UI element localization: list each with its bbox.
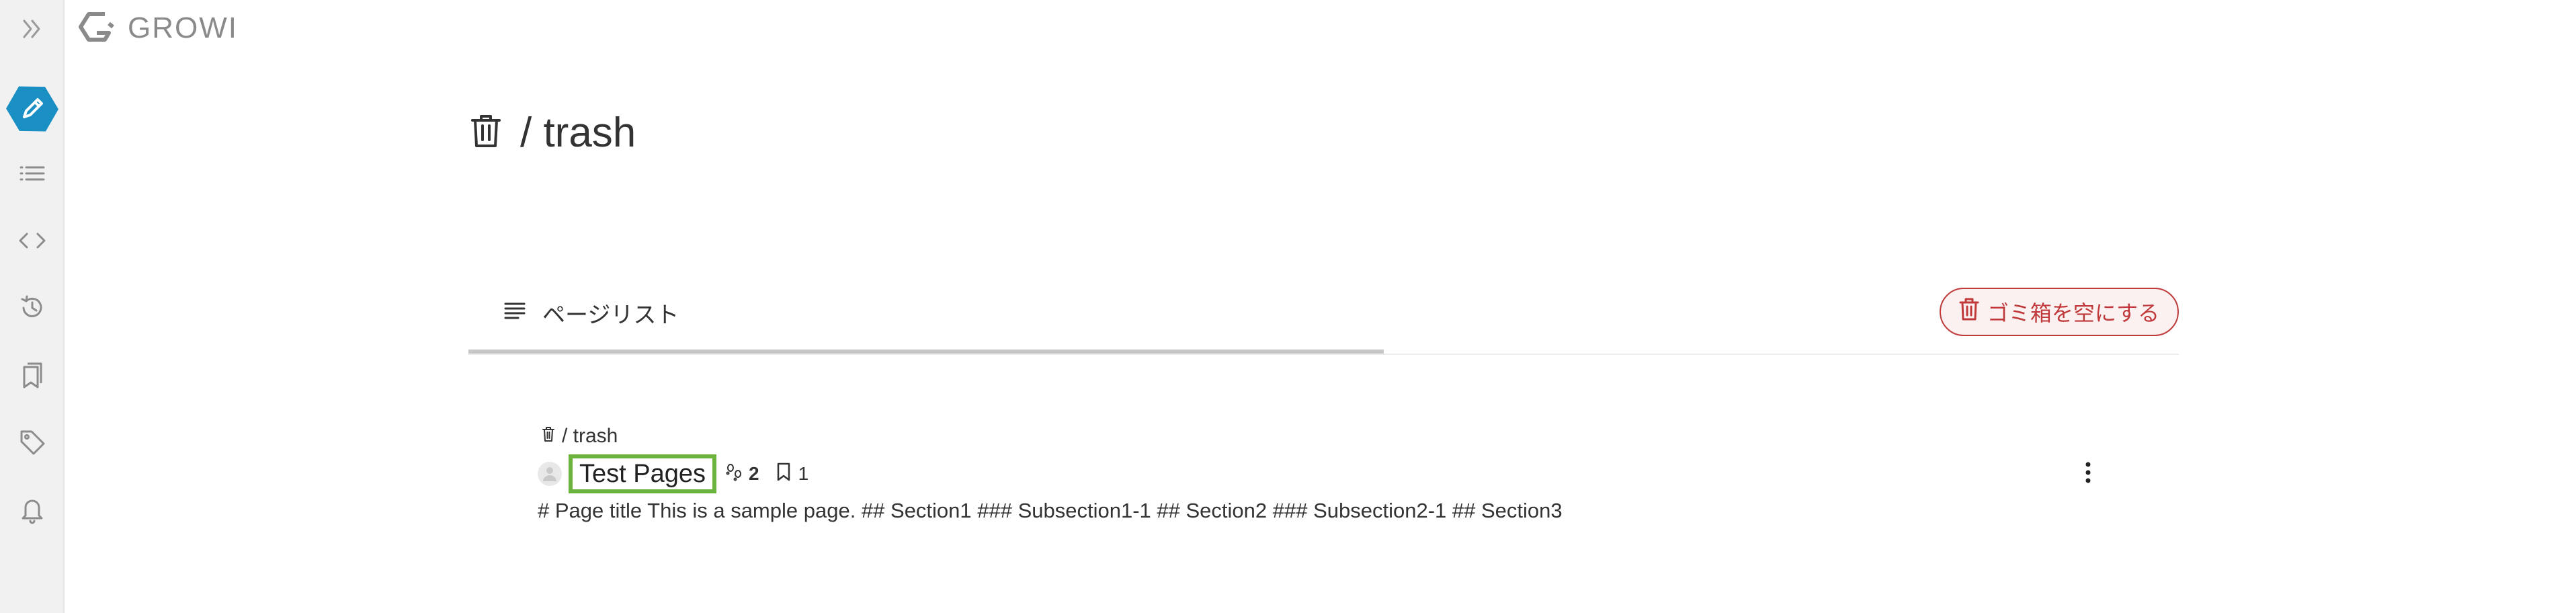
page-path[interactable]: / trash: [542, 425, 618, 448]
bookmark-icon: [776, 462, 792, 487]
trash-icon: [470, 113, 501, 153]
bookmark-count: 1: [776, 462, 809, 487]
more-vertical-icon: [2085, 461, 2091, 487]
seen-count-value: 2: [749, 463, 759, 484]
footprints-icon: [724, 462, 745, 487]
tab-page-list[interactable]: ページリスト: [468, 276, 1384, 354]
sidebar-item-notifications[interactable]: [0, 486, 65, 533]
avatar: [538, 462, 562, 486]
bell-icon: [19, 495, 46, 524]
list-item: / trash Test Pages 2 1 # Page title This…: [538, 423, 2117, 531]
page-title-area: / trash: [470, 102, 636, 163]
sidebar-item-recent-changes[interactable]: [0, 284, 65, 331]
sidebar-item-edit[interactable]: [0, 81, 65, 137]
page-path-text: / trash: [562, 425, 618, 447]
history-icon: [18, 294, 46, 322]
growi-logo-icon: [78, 10, 116, 47]
sidebar-item-custom-sidebar[interactable]: [0, 217, 65, 264]
sidebar-item-bookmarks[interactable]: [0, 352, 65, 399]
trash-icon: [542, 425, 555, 448]
code-icon: [17, 229, 47, 252]
double-chevron-right-icon: [19, 15, 46, 42]
tab-page-list-label: ページリスト: [542, 302, 679, 328]
bookmark-count-value: 1: [798, 463, 809, 484]
sidebar: [0, 0, 65, 613]
sidebar-toggle-button[interactable]: [0, 5, 65, 52]
trash-icon: [1959, 297, 1979, 327]
page-title: / trash: [520, 109, 636, 156]
pencil-icon: [4, 81, 60, 137]
growi-logo[interactable]: GROWI: [78, 8, 238, 48]
bookmarks-icon: [19, 360, 46, 390]
seen-users-count: 2: [724, 462, 759, 487]
page-title-link[interactable]: Test Pages: [569, 454, 716, 493]
tag-icon: [18, 428, 46, 456]
empty-trash-button[interactable]: ゴミ箱を空にする: [1940, 288, 2179, 336]
sidebar-item-page-tree[interactable]: [0, 150, 65, 197]
page-title-text: Test Pages: [579, 459, 706, 488]
page-menu-button[interactable]: [2073, 458, 2104, 489]
page-row: Test Pages 2 1: [538, 452, 2117, 496]
logo-text: GROWI: [128, 11, 238, 44]
tab-bar: ページリスト ゴミ箱を空にする: [468, 276, 2179, 355]
page-excerpt: # Page title This is a sample page. ## S…: [538, 499, 1563, 522]
empty-trash-label: ゴミ箱を空にする: [1987, 301, 2160, 325]
sidebar-item-tags[interactable]: [0, 419, 65, 466]
list-icon: [18, 162, 46, 185]
list-lines-icon: [503, 300, 526, 325]
